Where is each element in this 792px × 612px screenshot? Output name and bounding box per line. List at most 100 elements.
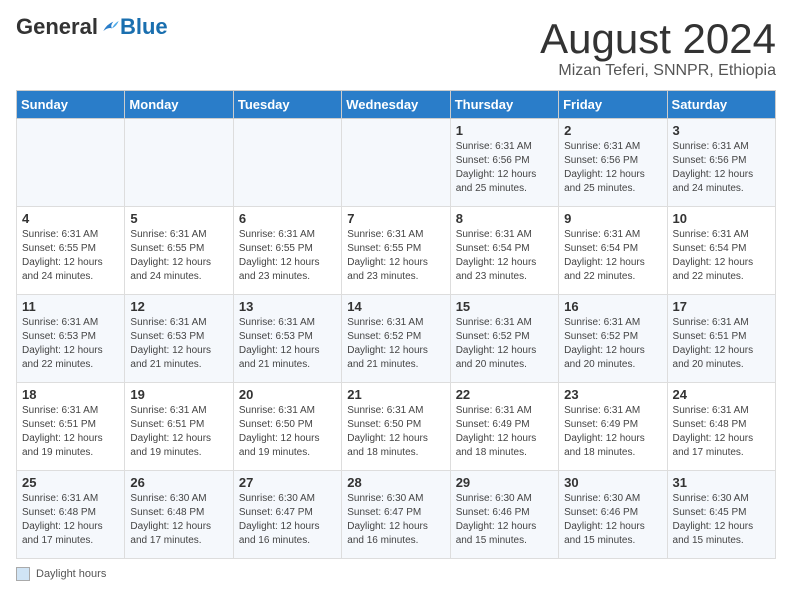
calendar-cell: 26 Sunrise: 6:30 AM Sunset: 6:48 PM Dayli… [125, 471, 233, 559]
day-info: Sunrise: 6:30 AM Sunset: 6:46 PM Dayligh… [564, 492, 661, 548]
day-header-tuesday: Tuesday [233, 91, 341, 119]
day-header-monday: Monday [125, 91, 233, 119]
calendar-cell [233, 119, 341, 207]
day-info: Sunrise: 6:31 AM Sunset: 6:49 PM Dayligh… [564, 404, 661, 460]
logo-bird-icon [100, 17, 120, 37]
day-info: Sunrise: 6:30 AM Sunset: 6:47 PM Dayligh… [347, 492, 444, 548]
header-row: SundayMondayTuesdayWednesdayThursdayFrid… [17, 91, 776, 119]
calendar-cell: 21 Sunrise: 6:31 AM Sunset: 6:50 PM Dayli… [342, 383, 450, 471]
day-number: 10 [673, 211, 770, 226]
footer: Daylight hours [16, 567, 776, 581]
calendar-cell: 11 Sunrise: 6:31 AM Sunset: 6:53 PM Dayli… [17, 295, 125, 383]
day-info: Sunrise: 6:31 AM Sunset: 6:53 PM Dayligh… [239, 316, 336, 372]
day-number: 17 [673, 299, 770, 314]
day-info: Sunrise: 6:30 AM Sunset: 6:48 PM Dayligh… [130, 492, 227, 548]
calendar-cell: 1 Sunrise: 6:31 AM Sunset: 6:56 PM Daylig… [450, 119, 558, 207]
week-row-1: 1 Sunrise: 6:31 AM Sunset: 6:56 PM Daylig… [17, 119, 776, 207]
day-number: 2 [564, 123, 661, 138]
day-info: Sunrise: 6:31 AM Sunset: 6:48 PM Dayligh… [673, 404, 770, 460]
week-row-2: 4 Sunrise: 6:31 AM Sunset: 6:55 PM Daylig… [17, 207, 776, 295]
day-info: Sunrise: 6:31 AM Sunset: 6:56 PM Dayligh… [673, 140, 770, 196]
day-number: 6 [239, 211, 336, 226]
header: General Blue August 2024 Mizan Teferi, S… [16, 16, 776, 80]
day-info: Sunrise: 6:31 AM Sunset: 6:53 PM Dayligh… [22, 316, 119, 372]
day-info: Sunrise: 6:31 AM Sunset: 6:53 PM Dayligh… [130, 316, 227, 372]
logo-general-text: General [16, 16, 98, 38]
daylight-legend-box [16, 567, 30, 581]
day-number: 12 [130, 299, 227, 314]
day-header-sunday: Sunday [17, 91, 125, 119]
calendar-cell: 8 Sunrise: 6:31 AM Sunset: 6:54 PM Daylig… [450, 207, 558, 295]
calendar-cell: 6 Sunrise: 6:31 AM Sunset: 6:55 PM Daylig… [233, 207, 341, 295]
calendar-cell: 3 Sunrise: 6:31 AM Sunset: 6:56 PM Daylig… [667, 119, 775, 207]
subtitle: Mizan Teferi, SNNPR, Ethiopia [540, 62, 776, 80]
day-header-wednesday: Wednesday [342, 91, 450, 119]
calendar-cell: 28Sunrise: 6:30 AM Sunset: 6:47 PM Dayli… [342, 471, 450, 559]
calendar-cell [17, 119, 125, 207]
day-info: Sunrise: 6:31 AM Sunset: 6:56 PM Dayligh… [564, 140, 661, 196]
day-number: 3 [673, 123, 770, 138]
day-info: Sunrise: 6:31 AM Sunset: 6:52 PM Dayligh… [564, 316, 661, 372]
day-info: Sunrise: 6:31 AM Sunset: 6:49 PM Dayligh… [456, 404, 553, 460]
calendar-cell: 14Sunrise: 6:31 AM Sunset: 6:52 PM Dayli… [342, 295, 450, 383]
day-info: Sunrise: 6:31 AM Sunset: 6:55 PM Dayligh… [347, 228, 444, 284]
calendar-cell: 7 Sunrise: 6:31 AM Sunset: 6:55 PM Daylig… [342, 207, 450, 295]
calendar-table: SundayMondayTuesdayWednesdayThursdayFrid… [16, 90, 776, 559]
day-info: Sunrise: 6:31 AM Sunset: 6:55 PM Dayligh… [130, 228, 227, 284]
calendar-cell: 31 Sunrise: 6:30 AM Sunset: 6:45 PM Dayli… [667, 471, 775, 559]
calendar-cell: 27Sunrise: 6:30 AM Sunset: 6:47 PM Dayli… [233, 471, 341, 559]
calendar-cell: 13 Sunrise: 6:31 AM Sunset: 6:53 PM Dayli… [233, 295, 341, 383]
day-number: 14 [347, 299, 444, 314]
calendar-cell: 4 Sunrise: 6:31 AM Sunset: 6:55 PM Daylig… [17, 207, 125, 295]
calendar-cell: 17 Sunrise: 6:31 AM Sunset: 6:51 PM Dayli… [667, 295, 775, 383]
calendar-cell: 18 Sunrise: 6:31 AM Sunset: 6:51 PM Dayli… [17, 383, 125, 471]
calendar-cell: 12 Sunrise: 6:31 AM Sunset: 6:53 PM Dayli… [125, 295, 233, 383]
day-number: 7 [347, 211, 444, 226]
week-row-4: 18 Sunrise: 6:31 AM Sunset: 6:51 PM Dayli… [17, 383, 776, 471]
day-number: 22 [456, 387, 553, 402]
day-info: Sunrise: 6:31 AM Sunset: 6:56 PM Dayligh… [456, 140, 553, 196]
day-number: 8 [456, 211, 553, 226]
day-number: 11 [22, 299, 119, 314]
calendar-cell: 24 Sunrise: 6:31 AM Sunset: 6:48 PM Dayli… [667, 383, 775, 471]
day-info: Sunrise: 6:30 AM Sunset: 6:45 PM Dayligh… [673, 492, 770, 548]
day-number: 21 [347, 387, 444, 402]
day-number: 25 [22, 475, 119, 490]
day-info: Sunrise: 6:31 AM Sunset: 6:54 PM Dayligh… [673, 228, 770, 284]
day-number: 20 [239, 387, 336, 402]
day-number: 23 [564, 387, 661, 402]
calendar-cell: 30 Sunrise: 6:30 AM Sunset: 6:46 PM Dayli… [559, 471, 667, 559]
day-info: Sunrise: 6:31 AM Sunset: 6:54 PM Dayligh… [456, 228, 553, 284]
calendar-cell: 10 Sunrise: 6:31 AM Sunset: 6:54 PM Dayli… [667, 207, 775, 295]
week-row-5: 25 Sunrise: 6:31 AM Sunset: 6:48 PM Dayli… [17, 471, 776, 559]
calendar-cell: 9Sunrise: 6:31 AM Sunset: 6:54 PM Daylig… [559, 207, 667, 295]
day-number: 24 [673, 387, 770, 402]
calendar-cell: 25 Sunrise: 6:31 AM Sunset: 6:48 PM Dayli… [17, 471, 125, 559]
day-number: 30 [564, 475, 661, 490]
day-info: Sunrise: 6:31 AM Sunset: 6:52 PM Dayligh… [456, 316, 553, 372]
day-number: 1 [456, 123, 553, 138]
day-header-friday: Friday [559, 91, 667, 119]
day-number: 27 [239, 475, 336, 490]
calendar-cell: 19Sunrise: 6:31 AM Sunset: 6:51 PM Dayli… [125, 383, 233, 471]
day-number: 18 [22, 387, 119, 402]
day-info: Sunrise: 6:31 AM Sunset: 6:50 PM Dayligh… [239, 404, 336, 460]
day-number: 16 [564, 299, 661, 314]
day-number: 4 [22, 211, 119, 226]
calendar-cell: 23 Sunrise: 6:31 AM Sunset: 6:49 PM Dayli… [559, 383, 667, 471]
day-info: Sunrise: 6:31 AM Sunset: 6:48 PM Dayligh… [22, 492, 119, 548]
day-info: Sunrise: 6:31 AM Sunset: 6:51 PM Dayligh… [673, 316, 770, 372]
day-info: Sunrise: 6:31 AM Sunset: 6:51 PM Dayligh… [22, 404, 119, 460]
day-header-saturday: Saturday [667, 91, 775, 119]
day-number: 13 [239, 299, 336, 314]
day-number: 19 [130, 387, 227, 402]
day-number: 31 [673, 475, 770, 490]
week-row-3: 11 Sunrise: 6:31 AM Sunset: 6:53 PM Dayli… [17, 295, 776, 383]
day-info: Sunrise: 6:31 AM Sunset: 6:55 PM Dayligh… [22, 228, 119, 284]
daylight-legend-label: Daylight hours [36, 568, 106, 580]
day-info: Sunrise: 6:31 AM Sunset: 6:55 PM Dayligh… [239, 228, 336, 284]
day-number: 26 [130, 475, 227, 490]
day-number: 29 [456, 475, 553, 490]
title-area: August 2024 Mizan Teferi, SNNPR, Ethiopi… [540, 16, 776, 80]
day-info: Sunrise: 6:31 AM Sunset: 6:50 PM Dayligh… [347, 404, 444, 460]
